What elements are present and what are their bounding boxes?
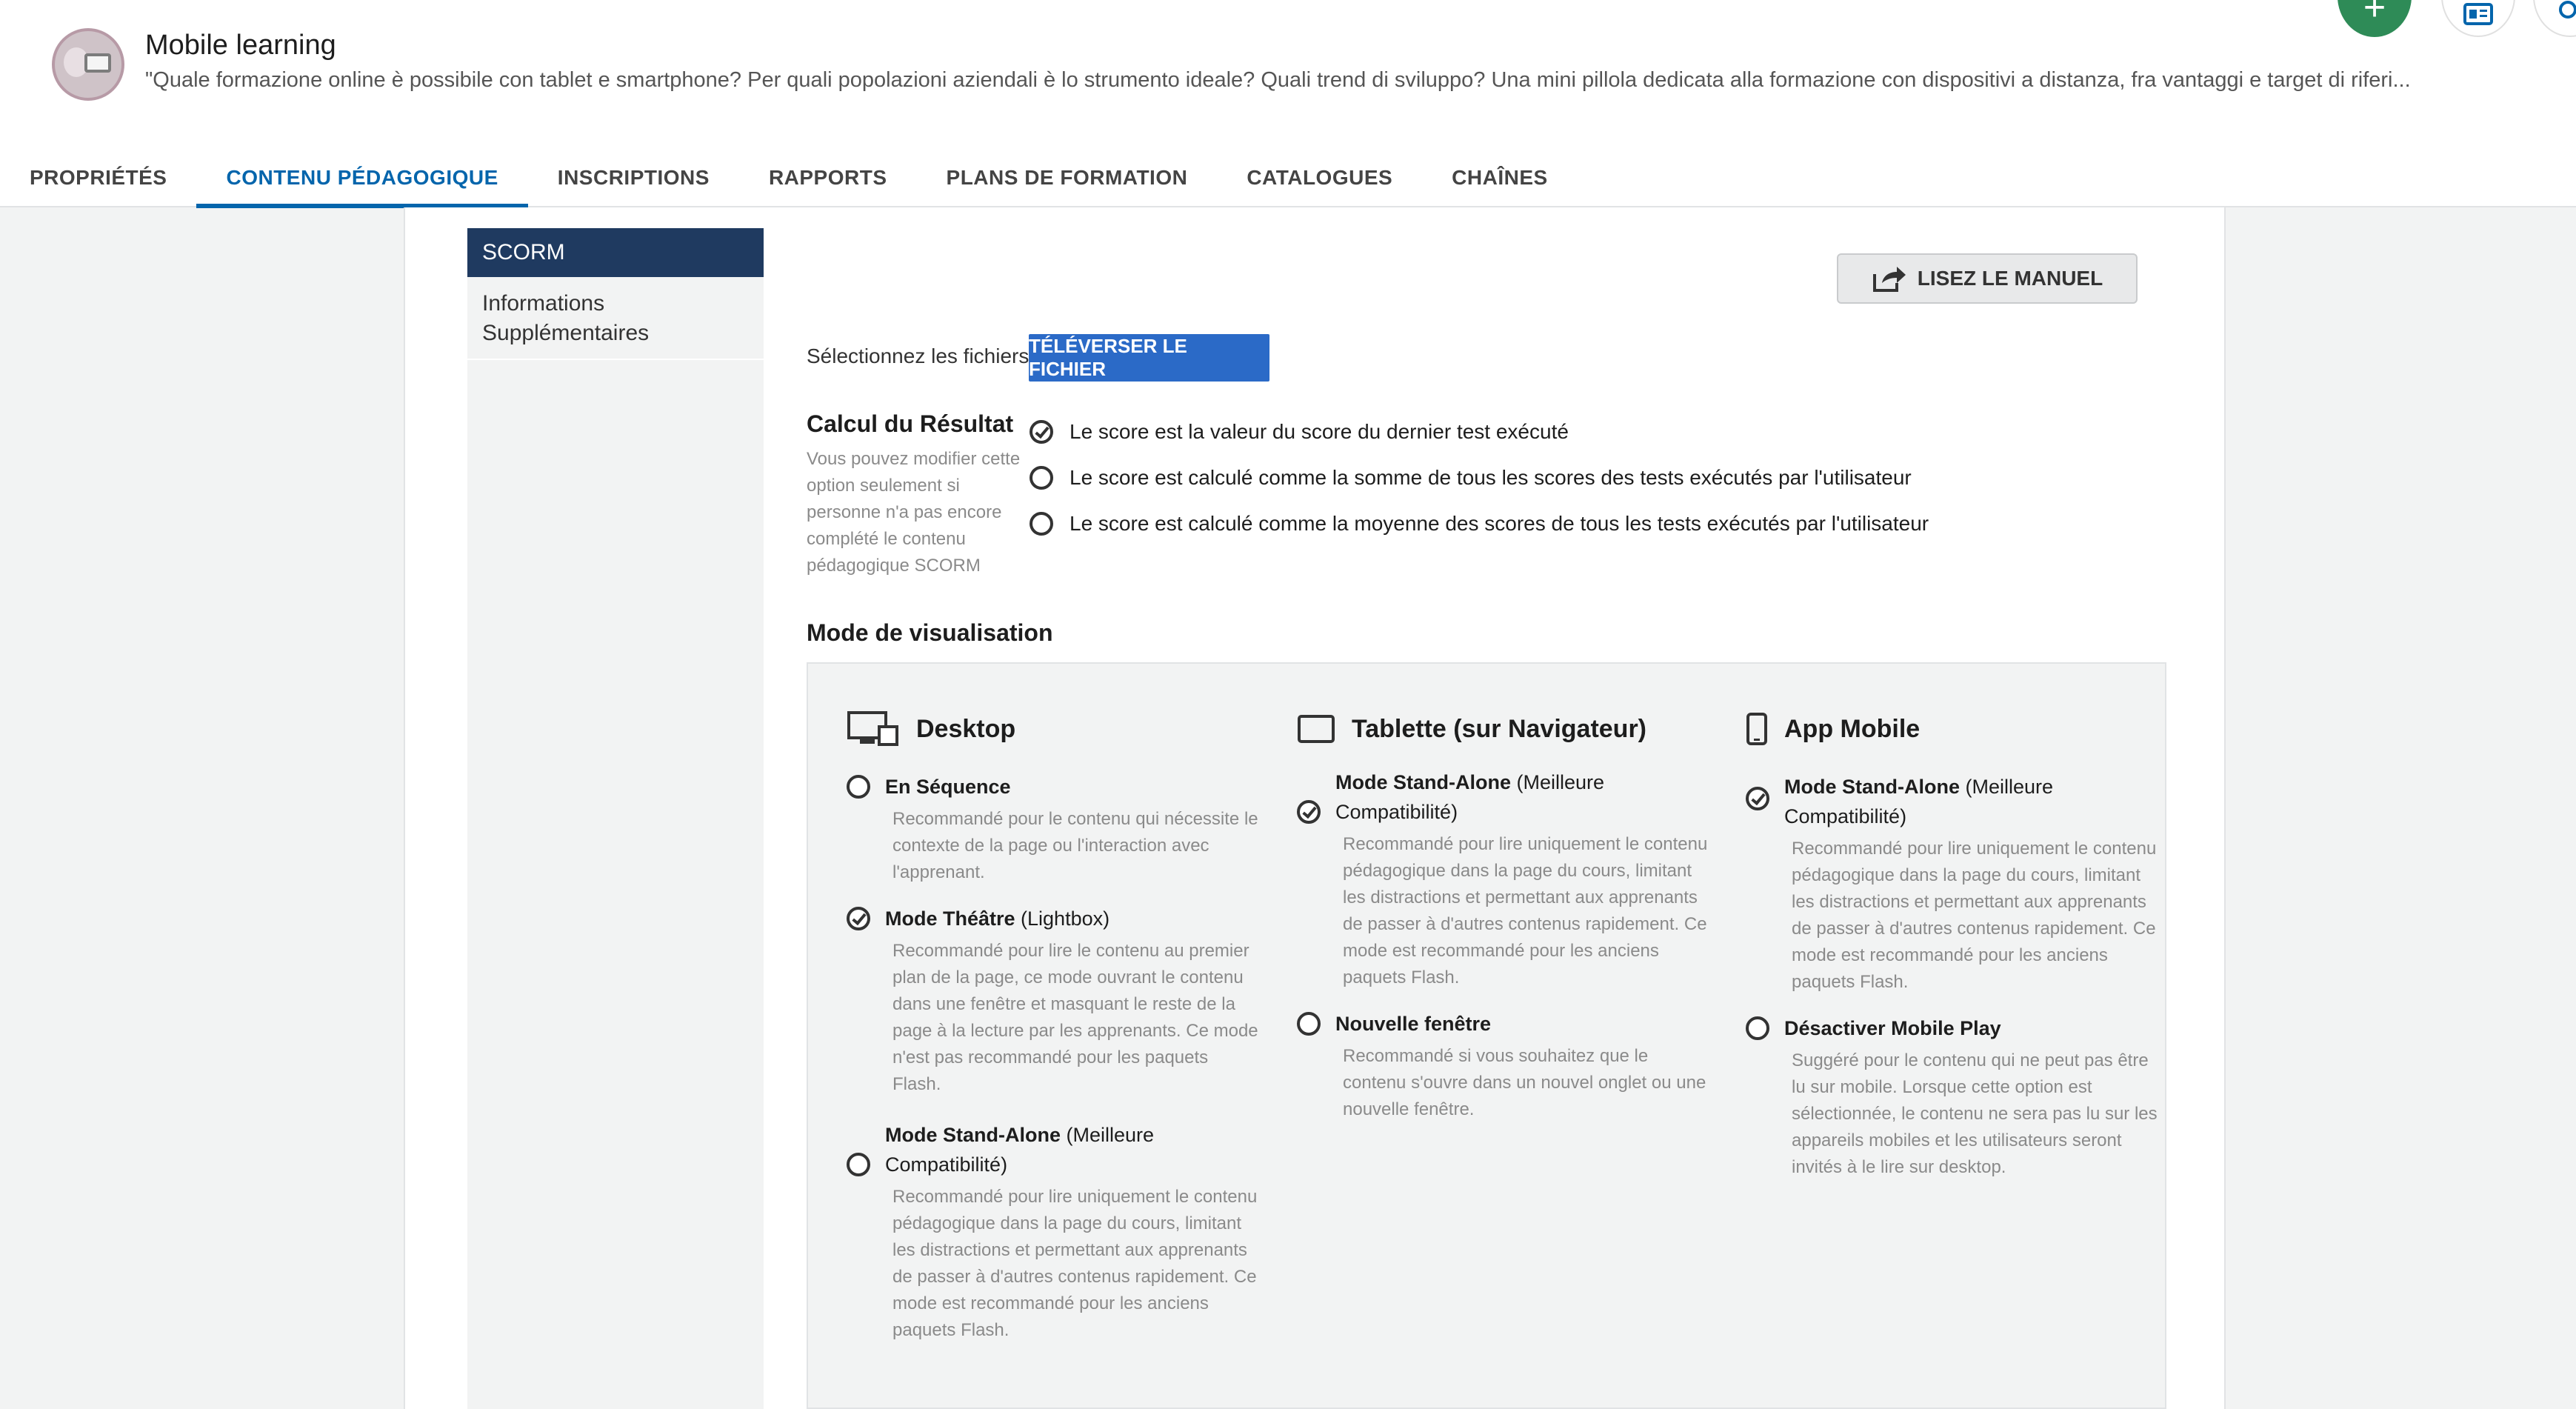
read-manual-label: LISEZ LE MANUEL bbox=[1917, 267, 2103, 290]
radio-checked-icon[interactable] bbox=[1297, 800, 1321, 824]
tablet-column: Tablette (sur Navigateur) Mode Stand-Alo… bbox=[1297, 705, 1712, 1123]
sidenav-item-additional-info[interactable]: Informations Supplémentaires bbox=[467, 277, 764, 360]
option-suffix: (Lightbox) bbox=[1015, 907, 1110, 930]
mobile-option-disable[interactable]: Désactiver Mobile Play Suggéré pour le c… bbox=[1746, 1013, 2160, 1181]
tablet-option-new-window[interactable]: Nouvelle fenêtre Recommandé si vous souh… bbox=[1297, 1009, 1712, 1123]
radio-checked-icon[interactable] bbox=[847, 907, 870, 930]
radio-checked-icon[interactable] bbox=[1030, 420, 1053, 444]
plus-icon: + bbox=[2363, 0, 2386, 29]
option-name: Désactiver Mobile Play bbox=[1784, 1017, 2001, 1039]
mobile-heading: App Mobile bbox=[1784, 714, 1921, 743]
option-description: Recommandé pour lire uniquement le conte… bbox=[1343, 834, 1708, 987]
external-link-icon bbox=[1872, 267, 1906, 292]
tab-enrollments[interactable]: INSCRIPTIONS bbox=[528, 148, 739, 207]
tab-learning-content[interactable]: CONTENU PÉDAGOGIQUE bbox=[196, 148, 529, 208]
tab-properties[interactable]: PROPRIÉTÉS bbox=[0, 148, 196, 207]
option-name: Mode Stand-Alone bbox=[885, 1124, 1061, 1146]
widget-button[interactable] bbox=[2441, 0, 2515, 37]
tablet-icon bbox=[1298, 715, 1335, 743]
desktop-option-theater[interactable]: Mode Théâtre (Lightbox) Recommandé pour … bbox=[847, 904, 1261, 1098]
option-description: Recommandé pour lire uniquement le conte… bbox=[892, 1187, 1258, 1340]
mobile-column: App Mobile Mode Stand-Alone (Meilleure C… bbox=[1746, 705, 2160, 1181]
desktop-column: Desktop En Séquence Recommandé pour le c… bbox=[847, 705, 1261, 1344]
score-calculation-help: Vous pouvez modifier cette option seulem… bbox=[807, 449, 1021, 576]
score-option-average[interactable]: Le score est calculé comme la moyenne de… bbox=[1030, 512, 1929, 536]
option-name: En Séquence bbox=[885, 776, 1011, 798]
smartphone-icon bbox=[1746, 713, 1767, 745]
search-button[interactable] bbox=[2533, 0, 2576, 37]
option-name: Nouvelle fenêtre bbox=[1335, 1013, 1492, 1035]
tablet-option-standalone[interactable]: Mode Stand-Alone (Meilleure Compatibilit… bbox=[1297, 767, 1712, 991]
course-tabs: PROPRIÉTÉS CONTENU PÉDAGOGIQUE INSCRIPTI… bbox=[0, 148, 1578, 208]
radio-icon[interactable] bbox=[1030, 466, 1053, 490]
score-calculation-title: Calcul du Résultat bbox=[807, 410, 1014, 437]
course-title: Mobile learning bbox=[145, 30, 336, 61]
desktop-option-standalone[interactable]: Mode Stand-Alone (Meilleure Compatibilit… bbox=[847, 1120, 1261, 1344]
desktop-heading: Desktop bbox=[916, 714, 1016, 743]
option-description: Suggéré pour le contenu qui ne peut pas … bbox=[1792, 1050, 2158, 1177]
score-option-last[interactable]: Le score est la valeur du score du derni… bbox=[1030, 420, 1569, 444]
radio-icon[interactable] bbox=[1297, 1012, 1321, 1036]
tab-catalogs[interactable]: CATALOGUES bbox=[1217, 148, 1422, 207]
search-icon bbox=[2559, 1, 2576, 19]
option-name: Mode Stand-Alone bbox=[1784, 776, 1960, 798]
mobile-option-standalone[interactable]: Mode Stand-Alone (Meilleure Compatibilit… bbox=[1746, 772, 2160, 996]
desktop-option-sequence[interactable]: En Séquence Recommandé pour le contenu q… bbox=[847, 772, 1261, 886]
score-option-sum[interactable]: Le score est calculé comme la somme de t… bbox=[1030, 466, 1912, 490]
desktop-icon bbox=[847, 711, 898, 746]
id-card-icon bbox=[2463, 3, 2493, 25]
tab-reports[interactable]: RAPPORTS bbox=[739, 148, 917, 207]
option-description: Recommandé pour le contenu qui nécessite… bbox=[892, 809, 1258, 882]
score-option-label: Le score est calculé comme la moyenne de… bbox=[1070, 512, 1929, 535]
read-manual-button[interactable]: LISEZ LE MANUEL bbox=[1837, 253, 2138, 304]
view-mode-title: Mode de visualisation bbox=[807, 619, 1053, 646]
sidenav-item-scorm[interactable]: SCORM bbox=[467, 228, 764, 277]
score-option-label: Le score est calculé comme la somme de t… bbox=[1070, 466, 1912, 489]
tab-channels[interactable]: CHAÎNES bbox=[1422, 148, 1578, 207]
option-name: Mode Stand-Alone bbox=[1335, 771, 1511, 793]
tab-learning-plans[interactable]: PLANS DE FORMATION bbox=[917, 148, 1218, 207]
radio-icon[interactable] bbox=[847, 775, 870, 799]
course-thumbnail bbox=[52, 28, 124, 101]
option-description: Recommandé pour lire le contenu au premi… bbox=[892, 941, 1258, 1094]
view-mode-panel: Desktop En Séquence Recommandé pour le c… bbox=[807, 662, 2166, 1409]
upload-file-button[interactable]: TÉLÉVERSER LE FICHIER bbox=[1029, 334, 1269, 382]
upload-label: Sélectionnez les fichiers bbox=[807, 344, 1030, 367]
radio-icon[interactable] bbox=[1746, 1016, 1769, 1040]
add-button[interactable]: + bbox=[2338, 0, 2412, 37]
option-name: Mode Théâtre bbox=[885, 907, 1015, 930]
course-header: Mobile learning "Quale formazione online… bbox=[0, 0, 2576, 208]
tablet-heading: Tablette (sur Navigateur) bbox=[1352, 714, 1647, 743]
score-option-label: Le score est la valeur du score du derni… bbox=[1070, 420, 1569, 443]
content-sidenav: SCORM Informations Supplémentaires bbox=[467, 228, 764, 1409]
option-description: Recommandé si vous souhaitez que le cont… bbox=[1343, 1046, 1706, 1119]
radio-icon[interactable] bbox=[847, 1153, 870, 1176]
option-description: Recommandé pour lire uniquement le conte… bbox=[1792, 839, 2157, 992]
radio-checked-icon[interactable] bbox=[1746, 787, 1769, 810]
radio-icon[interactable] bbox=[1030, 512, 1053, 536]
course-description: "Quale formazione online è possibile con… bbox=[145, 68, 2411, 92]
